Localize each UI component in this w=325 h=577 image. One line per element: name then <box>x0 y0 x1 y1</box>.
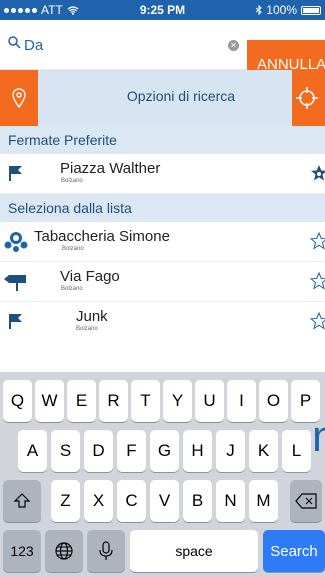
globe-icon <box>55 542 73 560</box>
on-screen-keyboard: Q W E R T Y U I O P A S D F G H J K L Z … <box>0 372 325 577</box>
key-s[interactable]: S <box>51 430 80 472</box>
dictation-key[interactable] <box>87 530 125 572</box>
key-o[interactable]: O <box>259 380 288 422</box>
key-f[interactable]: F <box>117 430 146 472</box>
microphone-icon <box>99 541 113 560</box>
key-q[interactable]: Q <box>3 380 32 422</box>
battery-icon <box>301 5 321 15</box>
key-c[interactable]: C <box>117 480 146 522</box>
list-item[interactable]: Tabaccheria Simone Bolzano <box>0 222 325 262</box>
key-i[interactable]: I <box>227 380 256 422</box>
battery-percent: 100% <box>266 3 297 17</box>
key-r[interactable]: R <box>99 380 128 422</box>
numbers-key[interactable]: 123 <box>3 530 41 572</box>
people-icon <box>4 232 28 252</box>
key-u[interactable]: U <box>195 380 224 422</box>
shift-key[interactable] <box>3 480 41 522</box>
list-header: Seleziona dalla lista <box>0 194 325 222</box>
backspace-icon <box>295 493 317 509</box>
star-filled-icon[interactable] <box>310 164 325 182</box>
space-key[interactable]: space <box>130 530 258 572</box>
key-g[interactable]: G <box>150 430 179 472</box>
key-d[interactable]: D <box>84 430 113 472</box>
key-z[interactable]: Z <box>51 480 80 522</box>
key-a[interactable]: A <box>18 430 47 472</box>
stop-title: Junk <box>76 308 108 325</box>
signpost-icon <box>4 275 26 291</box>
key-n[interactable]: N <box>216 480 245 522</box>
key-y[interactable]: Y <box>163 380 192 422</box>
list-item[interactable]: Junk Bolzano <box>0 302 325 372</box>
search-options-label[interactable]: Opzioni di ricerca <box>0 88 325 104</box>
stop-title: Tabaccheria Simone <box>34 228 170 245</box>
key-l[interactable]: L <box>282 430 311 472</box>
bluetooth-icon <box>256 5 263 15</box>
stop-title: Via Fago <box>60 268 120 285</box>
stop-city: Bolzano <box>61 286 83 292</box>
stop-city: Bolzano <box>76 326 98 332</box>
current-location-button[interactable] <box>292 70 325 126</box>
crosshair-icon <box>296 87 318 109</box>
star-outline-icon[interactable] <box>310 312 325 330</box>
key-e[interactable]: E <box>67 380 96 422</box>
star-outline-icon[interactable] <box>310 272 325 290</box>
key-j[interactable]: J <box>216 430 245 472</box>
list-item[interactable]: Via Fago Bolzano <box>0 262 325 302</box>
background-letter: n <box>312 412 325 461</box>
shift-icon <box>13 493 31 508</box>
clear-icon[interactable]: ✕ <box>228 40 239 51</box>
search-options-bar: Opzioni di ricerca <box>0 70 325 126</box>
globe-key[interactable] <box>45 530 83 572</box>
search-input[interactable] <box>24 34 214 56</box>
key-w[interactable]: W <box>35 380 64 422</box>
key-k[interactable]: K <box>249 430 278 472</box>
stop-city: Bolzano <box>62 246 84 252</box>
search-icon <box>8 36 21 49</box>
status-bar: ATT 9:25 PM 100% <box>0 0 325 20</box>
flag-icon <box>9 314 22 329</box>
search-key[interactable]: Search <box>263 530 325 572</box>
key-b[interactable]: B <box>183 480 212 522</box>
stop-city: Bolzano <box>61 178 83 184</box>
flag-icon <box>9 166 22 181</box>
key-h[interactable]: H <box>183 430 212 472</box>
favorites-header: Fermate Preferite <box>0 126 325 154</box>
favorite-stop-row[interactable]: Piazza Walther Bolzano <box>0 154 325 194</box>
search-bar: ✕ ANNULLA <box>0 20 325 90</box>
stop-title: Piazza Walther <box>60 160 161 177</box>
key-m[interactable]: M <box>249 480 278 522</box>
key-t[interactable]: T <box>131 380 160 422</box>
backspace-key[interactable] <box>290 480 322 522</box>
star-outline-icon[interactable] <box>310 232 325 250</box>
key-v[interactable]: V <box>150 480 179 522</box>
key-x[interactable]: X <box>84 480 113 522</box>
